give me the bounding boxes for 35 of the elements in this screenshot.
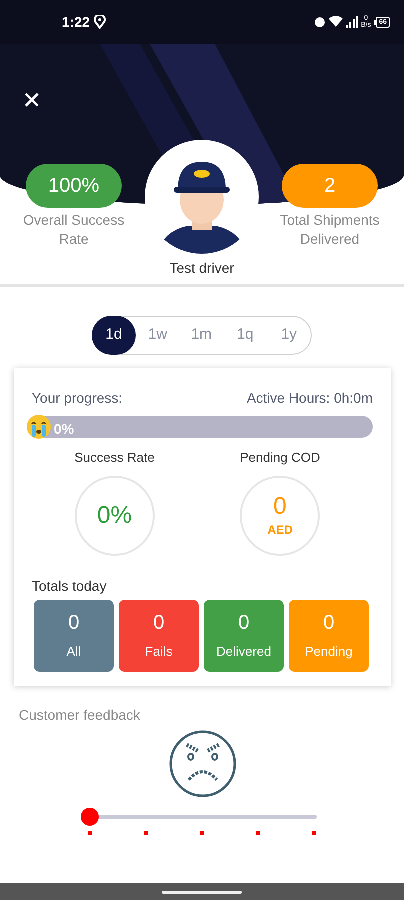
period-tab[interactable]: 1q <box>224 316 268 355</box>
driver-name: Test driver <box>170 259 234 278</box>
close-icon[interactable] <box>24 92 40 108</box>
total-label: All <box>66 642 82 661</box>
gauge-unit: AED <box>268 522 293 538</box>
gauge-title: Success Rate <box>74 449 155 467</box>
feedback-title: Customer feedback <box>19 706 140 725</box>
total-label: Delivered <box>216 642 272 661</box>
active-hours: Active Hours: 0h:0m <box>246 389 373 408</box>
slider-thumb[interactable] <box>81 808 99 826</box>
gauge-title: Pending COD <box>240 449 320 467</box>
wifi-icon <box>329 16 344 28</box>
stat-pill: 100% <box>26 164 122 208</box>
period-tab[interactable]: 1w <box>136 316 180 355</box>
total-value: 0 <box>323 610 335 636</box>
gauge-value: 0% <box>97 502 132 530</box>
gauge-value: 0 <box>274 492 287 520</box>
total-label: Fails <box>145 642 173 661</box>
stat-label: Total Shipments Delivered <box>279 211 381 249</box>
period-tab[interactable]: 1y <box>267 316 311 355</box>
location-icon <box>94 15 106 29</box>
status-time: 1:22 <box>62 12 90 32</box>
total-value: 0 <box>238 610 250 636</box>
signal-icon <box>346 16 358 28</box>
progress-label: Your progress: <box>32 389 123 408</box>
period-tab[interactable]: 1d <box>92 316 136 355</box>
angry-face-icon <box>169 730 237 798</box>
total-value: 0 <box>68 610 80 636</box>
progress-reading: 0% <box>54 420 74 439</box>
period-tab[interactable]: 1m <box>180 316 224 355</box>
stat-pill: 2 <box>282 164 378 208</box>
total-value: 0 <box>153 610 165 636</box>
stat-label: Overall Success Rate <box>22 211 126 249</box>
total-label: Pending <box>305 642 353 661</box>
totals-title: Totals today <box>32 576 108 596</box>
